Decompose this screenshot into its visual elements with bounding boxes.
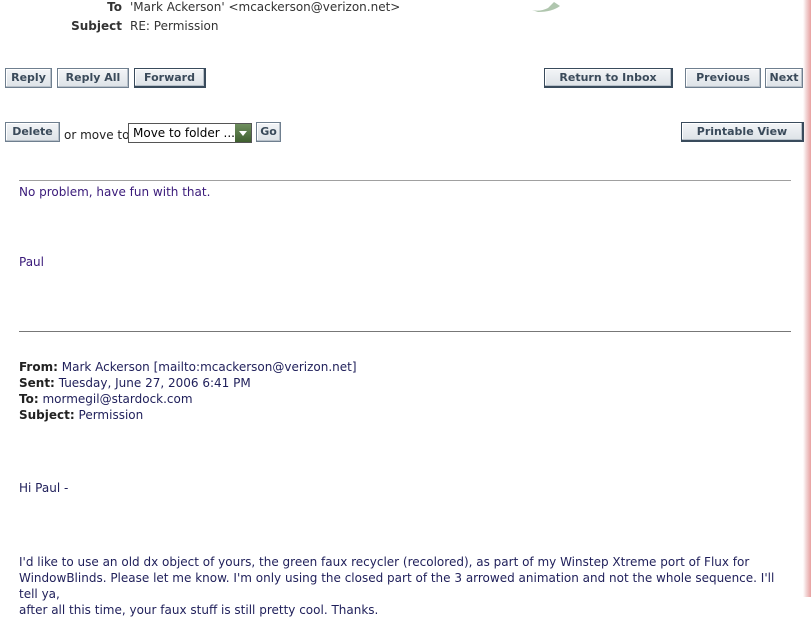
original-to-value: mormegil@stardock.com bbox=[42, 392, 193, 406]
original-to: To: mormegil@stardock.com bbox=[19, 392, 193, 406]
previous-button[interactable]: Previous bbox=[685, 68, 761, 88]
original-paragraph: I'd like to use an old dx object of your… bbox=[19, 554, 794, 618]
return-to-inbox-button[interactable]: Return to Inbox bbox=[544, 68, 673, 88]
divider-original bbox=[19, 331, 791, 332]
original-greeting: Hi Paul - bbox=[19, 481, 69, 495]
to-label: To bbox=[107, 0, 122, 14]
move-to-folder-select[interactable]: Move to folder ... bbox=[128, 123, 252, 143]
subject-label: Subject bbox=[71, 19, 122, 33]
original-from: From: Mark Ackerson [mailto:mcackerson@v… bbox=[19, 360, 357, 374]
red-edge-decoration bbox=[803, 0, 811, 597]
original-subject-value: Permission bbox=[78, 408, 144, 422]
printable-view-button[interactable]: Printable View bbox=[681, 122, 804, 142]
original-to-label: To: bbox=[19, 392, 39, 406]
original-sent: Sent: Tuesday, June 27, 2006 6:41 PM bbox=[19, 376, 251, 390]
dropdown-arrow-icon[interactable] bbox=[235, 124, 251, 142]
next-button[interactable]: Next bbox=[765, 68, 803, 88]
reply-all-button[interactable]: Reply All bbox=[57, 68, 129, 88]
original-subject: Subject: Permission bbox=[19, 408, 143, 422]
original-paragraph-line-1: I'd like to use an old dx object of your… bbox=[19, 555, 750, 569]
original-paragraph-line-3: after all this time, your faux stuff is … bbox=[19, 603, 379, 617]
reply-button[interactable]: Reply bbox=[5, 68, 52, 88]
delete-button[interactable]: Delete bbox=[5, 122, 60, 142]
move-to-label: or move to bbox=[64, 128, 130, 142]
original-paragraph-line-2: WindowBlinds. Please let me know. I'm on… bbox=[19, 571, 775, 601]
original-sent-value: Tuesday, June 27, 2006 6:41 PM bbox=[58, 376, 251, 390]
message-line-1: No problem, have fun with that. bbox=[19, 185, 211, 199]
recycler-graphic-icon bbox=[532, 2, 560, 12]
move-to-folder-value: Move to folder ... bbox=[133, 126, 235, 140]
original-from-value: Mark Ackerson [mailto:mcackerson@verizon… bbox=[61, 360, 357, 374]
message-signature: Paul bbox=[19, 255, 44, 269]
go-button[interactable]: Go bbox=[256, 122, 281, 142]
forward-button[interactable]: Forward bbox=[134, 68, 206, 88]
to-value: 'Mark Ackerson' <mcackerson@verizon.net> bbox=[130, 0, 401, 14]
subject-value: RE: Permission bbox=[130, 19, 219, 33]
divider-top bbox=[19, 180, 791, 181]
original-from-label: From: bbox=[19, 360, 58, 374]
original-subject-label: Subject: bbox=[19, 408, 75, 422]
original-sent-label: Sent: bbox=[19, 376, 55, 390]
